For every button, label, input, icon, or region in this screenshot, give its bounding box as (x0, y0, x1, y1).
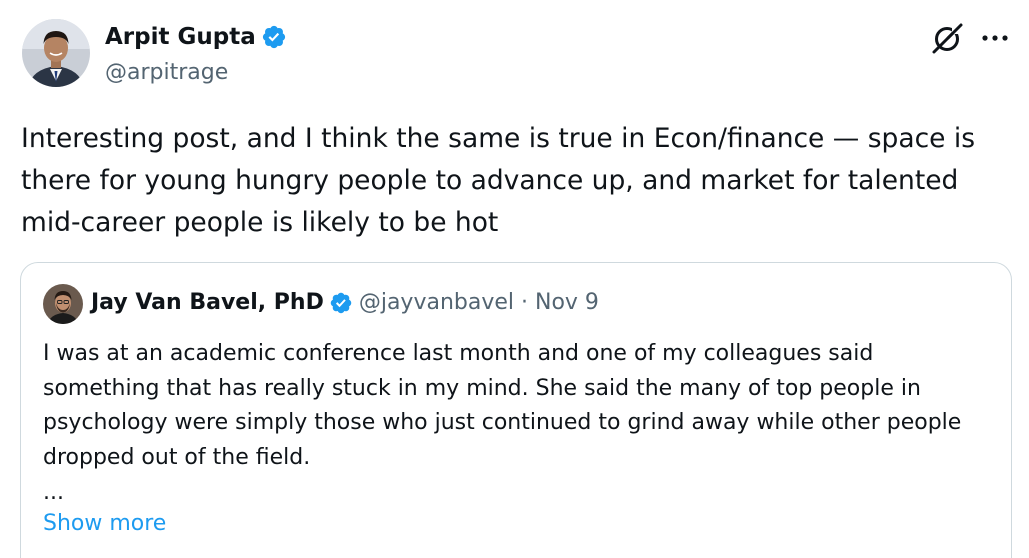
quoted-author-name[interactable]: Jay Van Bavel, PhD (91, 290, 324, 315)
grok-icon[interactable] (930, 22, 964, 56)
more-options-icon[interactable] (980, 24, 1010, 52)
author-handle[interactable]: @arpitrage (105, 60, 228, 85)
quoted-tweet-header: Jay Van Bavel, PhD @jayvanbavel · Nov 9 (91, 290, 599, 315)
quoted-tweet-card[interactable]: Jay Van Bavel, PhD @jayvanbavel · Nov 9 … (20, 262, 1012, 558)
quoted-author-avatar[interactable] (43, 284, 83, 324)
quoted-tweet-ellipsis: ... (43, 480, 64, 505)
quoted-tweet-date[interactable]: Nov 9 (535, 290, 599, 315)
author-avatar[interactable] (22, 19, 90, 87)
author-name-text[interactable]: Arpit Gupta (105, 24, 256, 50)
verified-badge-icon (262, 25, 285, 49)
quoted-tweet-text: I was at an academic conference last mon… (43, 341, 962, 470)
author-name[interactable]: Arpit Gupta (105, 24, 287, 50)
separator-dot: · (521, 290, 528, 315)
tweet-text: Interesting post, and I think the same i… (21, 123, 976, 238)
verified-badge-icon (330, 292, 352, 313)
show-more-link[interactable]: Show more (43, 511, 166, 536)
quoted-author-handle[interactable]: @jayvanbavel (359, 290, 514, 315)
